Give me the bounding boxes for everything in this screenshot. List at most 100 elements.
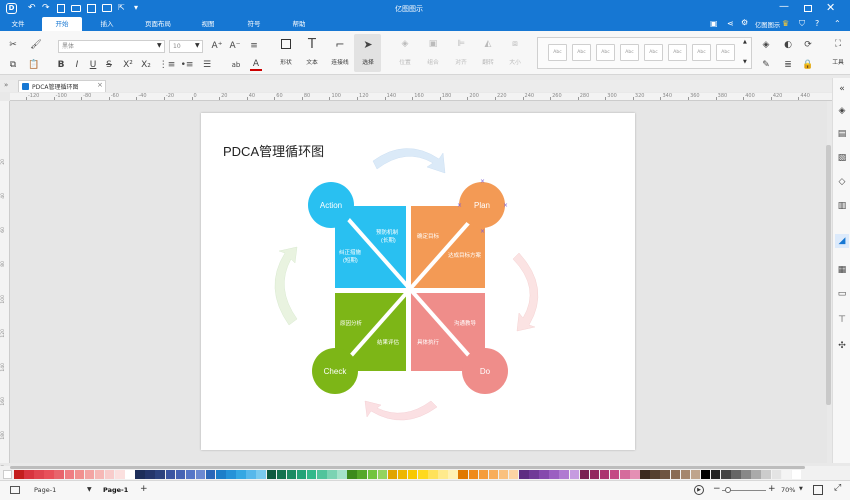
color-swatch[interactable] [357, 470, 367, 479]
selection-handle-icon[interactable]: × [480, 228, 485, 235]
color-swatch[interactable] [700, 470, 711, 479]
share-icon[interactable]: ⋖ [727, 19, 734, 28]
page-select-chevron-icon[interactable]: ▼ [87, 486, 92, 493]
color-swatch[interactable] [24, 470, 34, 479]
line-style-icon[interactable]: ≣ [782, 59, 794, 71]
selection-handle-icon[interactable]: × [457, 202, 462, 209]
check-text-b[interactable]: 结果评估 [377, 338, 400, 346]
position-icon[interactable]: ◈ [398, 37, 412, 51]
color-swatch[interactable] [397, 470, 408, 479]
superscript-icon[interactable]: X² [122, 59, 134, 71]
color-swatch[interactable] [438, 470, 448, 479]
color-swatch[interactable] [54, 470, 64, 479]
page-select[interactable]: Page-1 [34, 486, 56, 494]
tab-home[interactable]: 开始 [42, 17, 82, 31]
text-case-icon[interactable]: ab [228, 59, 244, 71]
plan-text-a[interactable]: 确定目标 [417, 232, 440, 240]
color-swatch[interactable] [74, 470, 85, 479]
zoom-out-button[interactable]: − [713, 484, 721, 494]
style-sample[interactable]: Abc [596, 44, 615, 61]
color-swatch[interactable] [721, 470, 731, 479]
plan-circle-label[interactable]: Plan [474, 201, 490, 210]
style-sample[interactable]: Abc [620, 44, 639, 61]
tab-view[interactable]: 视图 [193, 17, 223, 31]
color-swatch[interactable] [751, 470, 761, 479]
font-family-chevron-icon[interactable]: ▼ [157, 42, 162, 49]
align-label[interactable]: 对齐 [449, 57, 473, 66]
page-layout-icon[interactable] [10, 486, 20, 494]
color-swatch[interactable] [771, 470, 781, 479]
color-swatch[interactable] [569, 470, 579, 479]
minimize-icon[interactable]: — [779, 1, 789, 12]
toggle-library-icon[interactable]: » [4, 81, 8, 89]
underline-icon[interactable]: U [88, 59, 98, 71]
cycle-arrow-bottom[interactable] [364, 400, 438, 421]
check-text-a[interactable]: 原因分析 [340, 319, 363, 327]
color-swatch[interactable] [306, 470, 317, 479]
add-page-button[interactable]: + [140, 484, 148, 494]
color-swatch[interactable] [710, 470, 721, 479]
fill-panel-icon[interactable]: ◈ [836, 105, 848, 117]
color-swatch[interactable] [104, 470, 115, 479]
format-painter-icon[interactable]: 🖌 [30, 39, 42, 51]
color-swatch[interactable] [337, 470, 347, 479]
group-label[interactable]: 组合 [421, 57, 445, 66]
paste-icon[interactable]: 📋 [27, 59, 41, 71]
redo-icon[interactable]: ↷ [42, 3, 50, 13]
color-swatch[interactable] [660, 470, 670, 479]
new-file-icon[interactable] [57, 4, 65, 13]
zoom-in-button[interactable]: + [768, 484, 776, 494]
increase-font-icon[interactable]: A⁺ [210, 40, 224, 52]
cut-icon[interactable]: ✂ [7, 39, 19, 51]
color-swatch[interactable] [680, 470, 691, 479]
select-tool-icon[interactable]: ➤ [361, 37, 375, 51]
color-swatch[interactable] [256, 470, 266, 479]
tab-symbol[interactable]: 符号 [239, 17, 269, 31]
user-account-label[interactable]: 亿图图示 [755, 20, 780, 29]
color-swatch[interactable] [135, 470, 145, 479]
quick-access-more-icon[interactable]: ▾ [134, 3, 138, 12]
lock-icon[interactable]: 🔒 [802, 59, 814, 71]
color-swatch[interactable] [115, 470, 125, 479]
color-swatch[interactable] [34, 470, 44, 479]
connector-tool-label[interactable]: 连接线 [326, 57, 354, 66]
select-tool-label[interactable]: 选择 [356, 57, 380, 66]
drawing-page[interactable]: PDCA管理循环图 预防机制 (长期) 纠正措施 (短期) 确定目标 达成目标方… [201, 113, 635, 450]
do-circle-label[interactable]: Do [480, 367, 491, 376]
action-text-a2[interactable]: (长期) [381, 236, 396, 244]
action-text-b2[interactable]: (短期) [343, 256, 358, 264]
color-swatch[interactable] [549, 470, 559, 479]
text-tool-label[interactable]: 文本 [300, 57, 324, 66]
color-swatch[interactable] [478, 470, 489, 479]
color-swatch[interactable] [94, 470, 105, 479]
color-swatch[interactable] [64, 470, 74, 479]
collapse-ribbon-icon[interactable]: ⌃ [834, 19, 841, 28]
tab-file[interactable]: 文件 [4, 17, 32, 31]
palette-scrollbar[interactable] [10, 466, 805, 469]
color-swatch[interactable] [468, 470, 478, 479]
color-swatch[interactable] [529, 470, 539, 479]
navigation-panel-icon[interactable]: ⊤ [836, 314, 848, 326]
present-panel-icon[interactable]: ▭ [836, 288, 848, 300]
connector-tool-icon[interactable]: ⌐ [333, 37, 347, 51]
page-panel-icon[interactable]: ▤ [836, 128, 848, 140]
text-tool-icon[interactable]: T [305, 37, 319, 52]
do-text-a[interactable]: 沟通教导 [454, 319, 477, 327]
tab-page-layout[interactable]: 页面布局 [138, 17, 178, 31]
gallery-scroll-down-icon[interactable]: ▼ [743, 59, 747, 65]
zoom-slider-handle[interactable] [725, 487, 731, 493]
plan-text-b[interactable]: 达成目标方案 [448, 251, 482, 259]
style-sample[interactable]: Abc [668, 44, 687, 61]
color-swatch[interactable] [498, 470, 509, 479]
color-swatch[interactable] [670, 470, 680, 479]
image-panel-icon[interactable]: ▧ [836, 152, 848, 164]
color-swatch[interactable] [377, 470, 388, 479]
tab-help[interactable]: 帮助 [284, 17, 314, 31]
color-swatch[interactable] [327, 470, 337, 479]
font-family-select[interactable]: 黑体 [58, 40, 165, 53]
color-swatch[interactable] [175, 470, 186, 479]
zoom-level[interactable]: 70% [781, 486, 795, 494]
color-swatch[interactable] [731, 470, 741, 479]
position-label[interactable]: 位置 [393, 57, 417, 66]
color-swatch[interactable] [155, 470, 165, 479]
